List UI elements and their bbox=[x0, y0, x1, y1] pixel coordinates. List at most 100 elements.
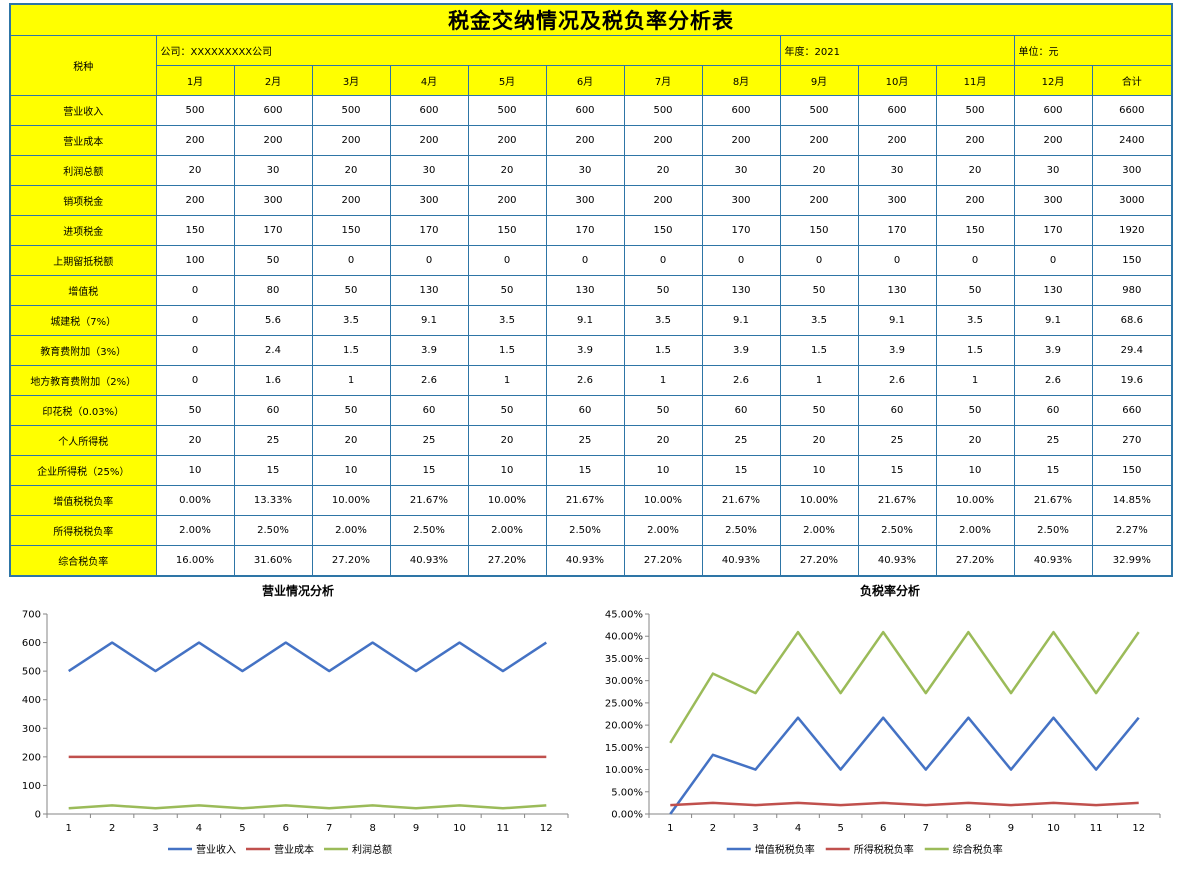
value-cell[interactable]: 3.5 bbox=[935, 305, 1015, 336]
value-cell[interactable]: 200 bbox=[311, 125, 391, 156]
total-cell[interactable]: 2400 bbox=[1091, 125, 1173, 156]
value-cell[interactable]: 170 bbox=[701, 215, 781, 246]
value-cell[interactable]: 50 bbox=[311, 275, 391, 306]
value-cell[interactable]: 2.50% bbox=[545, 515, 625, 546]
value-cell[interactable]: 10 bbox=[935, 455, 1015, 486]
row-label[interactable]: 营业成本 bbox=[9, 125, 157, 156]
value-cell[interactable]: 500 bbox=[935, 95, 1015, 126]
total-cell[interactable]: 1920 bbox=[1091, 215, 1173, 246]
value-cell[interactable]: 60 bbox=[857, 395, 937, 426]
row-label[interactable]: 个人所得税 bbox=[9, 425, 157, 456]
value-cell[interactable]: 500 bbox=[155, 95, 235, 126]
total-cell[interactable]: 980 bbox=[1091, 275, 1173, 306]
value-cell[interactable]: 200 bbox=[467, 185, 547, 216]
value-cell[interactable]: 170 bbox=[545, 215, 625, 246]
value-cell[interactable]: 27.20% bbox=[935, 545, 1015, 577]
value-cell[interactable]: 0 bbox=[857, 245, 937, 276]
row-label[interactable]: 进项税金 bbox=[9, 215, 157, 246]
value-cell[interactable]: 25 bbox=[389, 425, 469, 456]
value-cell[interactable]: 3.9 bbox=[545, 335, 625, 366]
value-cell[interactable]: 0 bbox=[155, 275, 235, 306]
value-cell[interactable]: 30 bbox=[701, 155, 781, 186]
value-cell[interactable]: 0 bbox=[467, 245, 547, 276]
month-header-9[interactable]: 9月 bbox=[779, 65, 859, 96]
value-cell[interactable]: 27.20% bbox=[779, 545, 859, 577]
value-cell[interactable]: 80 bbox=[233, 275, 313, 306]
value-cell[interactable]: 170 bbox=[1013, 215, 1093, 246]
value-cell[interactable]: 500 bbox=[623, 95, 703, 126]
month-header-11[interactable]: 11月 bbox=[935, 65, 1015, 96]
value-cell[interactable]: 200 bbox=[1013, 125, 1093, 156]
value-cell[interactable]: 0 bbox=[311, 245, 391, 276]
value-cell[interactable]: 2.50% bbox=[233, 515, 313, 546]
value-cell[interactable]: 0 bbox=[935, 245, 1015, 276]
value-cell[interactable]: 2.6 bbox=[1013, 365, 1093, 396]
value-cell[interactable]: 50 bbox=[155, 395, 235, 426]
value-cell[interactable]: 3.9 bbox=[389, 335, 469, 366]
year-cell[interactable]: 年度：2021 bbox=[779, 35, 1015, 66]
value-cell[interactable]: 50 bbox=[779, 395, 859, 426]
value-cell[interactable]: 9.1 bbox=[857, 305, 937, 336]
row-label[interactable]: 营业收入 bbox=[9, 95, 157, 126]
row-label[interactable]: 上期留抵税额 bbox=[9, 245, 157, 276]
value-cell[interactable]: 3.5 bbox=[779, 305, 859, 336]
value-cell[interactable]: 10.00% bbox=[779, 485, 859, 516]
value-cell[interactable]: 50 bbox=[467, 395, 547, 426]
value-cell[interactable]: 25 bbox=[857, 425, 937, 456]
value-cell[interactable]: 30 bbox=[1013, 155, 1093, 186]
total-cell[interactable]: 150 bbox=[1091, 455, 1173, 486]
value-cell[interactable]: 21.67% bbox=[545, 485, 625, 516]
value-cell[interactable]: 1.6 bbox=[233, 365, 313, 396]
total-cell[interactable]: 300 bbox=[1091, 155, 1173, 186]
total-cell[interactable]: 32.99% bbox=[1091, 545, 1173, 577]
value-cell[interactable]: 2.00% bbox=[935, 515, 1015, 546]
value-cell[interactable]: 130 bbox=[389, 275, 469, 306]
value-cell[interactable]: 2.00% bbox=[155, 515, 235, 546]
month-header-8[interactable]: 8月 bbox=[701, 65, 781, 96]
value-cell[interactable]: 20 bbox=[311, 425, 391, 456]
value-cell[interactable]: 27.20% bbox=[467, 545, 547, 577]
unit-cell[interactable]: 单位：元 bbox=[1013, 35, 1173, 66]
value-cell[interactable]: 130 bbox=[701, 275, 781, 306]
value-cell[interactable]: 15 bbox=[545, 455, 625, 486]
value-cell[interactable]: 1 bbox=[779, 365, 859, 396]
row-label[interactable]: 利润总额 bbox=[9, 155, 157, 186]
total-cell[interactable]: 2.27% bbox=[1091, 515, 1173, 546]
total-header[interactable]: 合计 bbox=[1091, 65, 1173, 96]
total-cell[interactable]: 68.6 bbox=[1091, 305, 1173, 336]
row-label[interactable]: 地方教育费附加（2%） bbox=[9, 365, 157, 396]
value-cell[interactable]: 170 bbox=[857, 215, 937, 246]
value-cell[interactable]: 50 bbox=[623, 395, 703, 426]
value-cell[interactable]: 50 bbox=[623, 275, 703, 306]
value-cell[interactable]: 20 bbox=[623, 425, 703, 456]
value-cell[interactable]: 130 bbox=[857, 275, 937, 306]
month-header-6[interactable]: 6月 bbox=[545, 65, 625, 96]
value-cell[interactable]: 60 bbox=[389, 395, 469, 426]
value-cell[interactable]: 50 bbox=[935, 275, 1015, 306]
total-cell[interactable]: 19.6 bbox=[1091, 365, 1173, 396]
value-cell[interactable]: 0 bbox=[545, 245, 625, 276]
value-cell[interactable]: 3.9 bbox=[1013, 335, 1093, 366]
month-header-2[interactable]: 2月 bbox=[233, 65, 313, 96]
value-cell[interactable]: 1 bbox=[935, 365, 1015, 396]
month-header-7[interactable]: 7月 bbox=[623, 65, 703, 96]
total-cell[interactable]: 14.85% bbox=[1091, 485, 1173, 516]
value-cell[interactable]: 150 bbox=[935, 215, 1015, 246]
value-cell[interactable]: 1.5 bbox=[311, 335, 391, 366]
value-cell[interactable]: 600 bbox=[233, 95, 313, 126]
value-cell[interactable]: 130 bbox=[545, 275, 625, 306]
value-cell[interactable]: 0 bbox=[701, 245, 781, 276]
value-cell[interactable]: 3.5 bbox=[467, 305, 547, 336]
value-cell[interactable]: 500 bbox=[311, 95, 391, 126]
value-cell[interactable]: 300 bbox=[857, 185, 937, 216]
value-cell[interactable]: 0 bbox=[155, 335, 235, 366]
value-cell[interactable]: 200 bbox=[779, 185, 859, 216]
value-cell[interactable]: 2.50% bbox=[701, 515, 781, 546]
value-cell[interactable]: 1.5 bbox=[623, 335, 703, 366]
value-cell[interactable]: 9.1 bbox=[701, 305, 781, 336]
value-cell[interactable]: 2.00% bbox=[779, 515, 859, 546]
value-cell[interactable]: 40.93% bbox=[545, 545, 625, 577]
month-header-12[interactable]: 12月 bbox=[1013, 65, 1093, 96]
value-cell[interactable]: 0 bbox=[155, 365, 235, 396]
value-cell[interactable]: 600 bbox=[701, 95, 781, 126]
